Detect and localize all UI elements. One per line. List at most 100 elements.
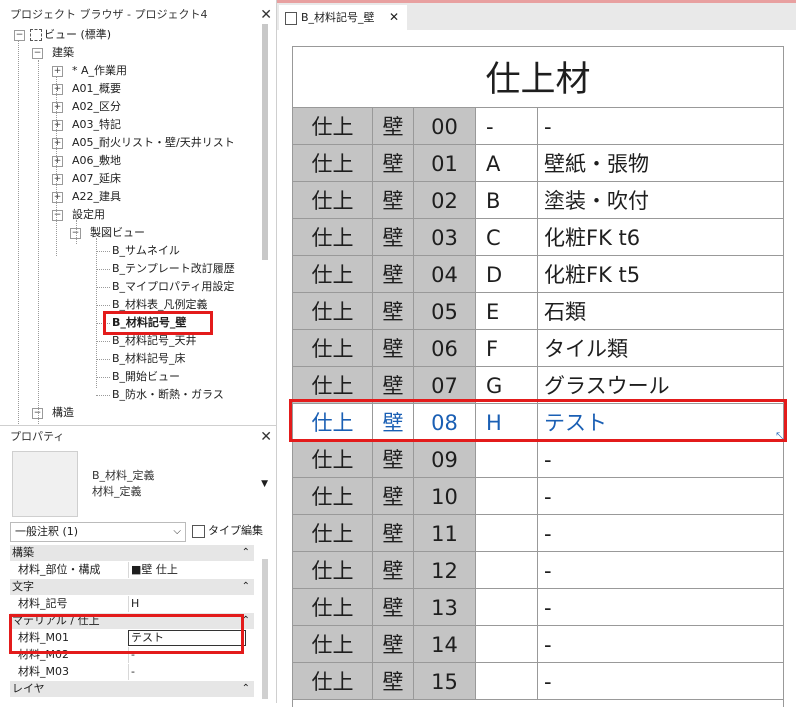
- edit-type-button[interactable]: タイプ編集: [190, 522, 270, 540]
- table-cell[interactable]: 仕上: [293, 515, 373, 551]
- table-row[interactable]: 仕上壁 11 -: [293, 515, 783, 552]
- chevron-down-icon[interactable]: ▼: [261, 479, 268, 489]
- table-row[interactable]: 仕上壁 09 -: [293, 441, 783, 478]
- property-value[interactable]: -: [128, 664, 245, 680]
- table-cell[interactable]: 仕上: [293, 626, 373, 662]
- table-cell[interactable]: 壁: [373, 589, 414, 625]
- table-cell[interactable]: 壁: [373, 404, 414, 440]
- collapse-icon[interactable]: −: [32, 48, 43, 59]
- table-row[interactable]: 仕上壁 14 -: [293, 626, 783, 663]
- table-cell[interactable]: 仕上: [293, 293, 373, 329]
- table-cell[interactable]: 壁: [373, 256, 414, 292]
- table-cell[interactable]: -: [538, 589, 783, 625]
- table-cell[interactable]: 仕上: [293, 552, 373, 588]
- table-cell[interactable]: 14: [414, 626, 476, 662]
- properties-scrollbar[interactable]: [262, 559, 268, 699]
- expand-icon[interactable]: +: [52, 66, 63, 77]
- table-row[interactable]: 仕上壁 04 D 化粧FK t5: [293, 256, 783, 293]
- table-cell[interactable]: 仕上: [293, 145, 373, 181]
- table-cell[interactable]: 仕上: [293, 367, 373, 403]
- close-icon[interactable]: ✕: [260, 426, 272, 448]
- collapse-icon[interactable]: ⌃: [242, 545, 250, 561]
- table-cell[interactable]: G: [476, 367, 538, 403]
- table-cell[interactable]: 09: [414, 441, 476, 477]
- table-cell[interactable]: 04: [414, 256, 476, 292]
- table-cell[interactable]: -: [538, 478, 783, 514]
- collapse-icon[interactable]: −: [52, 210, 63, 221]
- table-cell[interactable]: 壁: [373, 663, 414, 699]
- table-cell[interactable]: 13: [414, 589, 476, 625]
- table-cell[interactable]: -: [538, 441, 783, 477]
- table-cell[interactable]: 08: [414, 404, 476, 440]
- table-cell[interactable]: 02: [414, 182, 476, 218]
- table-cell[interactable]: [476, 478, 538, 514]
- table-row[interactable]: 仕上壁 02 B 塗装・吹付: [293, 182, 783, 219]
- property-value[interactable]: ■壁 仕上: [128, 562, 245, 578]
- table-cell[interactable]: 壁: [373, 478, 414, 514]
- table-row[interactable]: 仕上壁 06 F タイル類: [293, 330, 783, 367]
- table-cell[interactable]: 15: [414, 663, 476, 699]
- table-cell[interactable]: 00: [414, 108, 476, 144]
- expand-icon[interactable]: +: [52, 174, 63, 185]
- table-cell[interactable]: 化粧FK t5: [538, 256, 783, 292]
- table-cell[interactable]: -: [538, 515, 783, 551]
- table-cell[interactable]: 壁: [373, 330, 414, 366]
- property-value[interactable]: H: [128, 596, 245, 612]
- table-cell[interactable]: 03: [414, 219, 476, 255]
- table-cell[interactable]: 仕上: [293, 182, 373, 218]
- property-group-header[interactable]: マテリアル / 仕上 ⌃: [10, 613, 254, 629]
- table-cell[interactable]: 化粧FK t6: [538, 219, 783, 255]
- table-cell[interactable]: 壁: [373, 552, 414, 588]
- expand-icon[interactable]: +: [52, 120, 63, 131]
- table-cell[interactable]: グラスウール: [538, 367, 783, 403]
- table-cell[interactable]: -: [538, 552, 783, 588]
- table-cell[interactable]: 壁: [373, 367, 414, 403]
- table-row[interactable]: 仕上壁 07 G グラスウール: [293, 367, 783, 404]
- table-cell[interactable]: 仕上: [293, 256, 373, 292]
- close-icon[interactable]: ✕: [260, 4, 272, 26]
- table-cell[interactable]: 仕上: [293, 441, 373, 477]
- table-row[interactable]: 仕上壁 08 H テスト: [293, 404, 783, 441]
- expand-icon[interactable]: +: [52, 192, 63, 203]
- property-value[interactable]: -: [128, 647, 245, 663]
- table-cell[interactable]: [476, 589, 538, 625]
- table-cell[interactable]: 仕上: [293, 404, 373, 440]
- table-cell[interactable]: 10: [414, 478, 476, 514]
- table-cell[interactable]: 仕上: [293, 330, 373, 366]
- table-cell[interactable]: 壁: [373, 108, 414, 144]
- table-cell[interactable]: 11: [414, 515, 476, 551]
- table-cell[interactable]: B: [476, 182, 538, 218]
- table-cell[interactable]: 塗装・吹付: [538, 182, 783, 218]
- close-icon[interactable]: ✕: [389, 5, 399, 30]
- table-row[interactable]: 仕上壁 10 -: [293, 478, 783, 515]
- property-group-header[interactable]: レイヤ ⌃: [10, 681, 254, 697]
- table-cell[interactable]: 01: [414, 145, 476, 181]
- table-cell[interactable]: [476, 515, 538, 551]
- table-cell[interactable]: 壁: [373, 626, 414, 662]
- table-cell[interactable]: 壁: [373, 145, 414, 181]
- table-cell[interactable]: 壁: [373, 182, 414, 218]
- table-row[interactable]: 仕上壁 13 -: [293, 589, 783, 626]
- table-cell[interactable]: [476, 663, 538, 699]
- table-row[interactable]: 仕上壁 00- -: [293, 108, 783, 145]
- tree-scrollbar[interactable]: [262, 24, 268, 260]
- property-group-header[interactable]: 文字 ⌃: [10, 579, 254, 595]
- table-cell[interactable]: 壁紙・張物: [538, 145, 783, 181]
- table-cell[interactable]: 仕上: [293, 478, 373, 514]
- table-cell[interactable]: テスト: [538, 404, 783, 440]
- table-cell[interactable]: 05: [414, 293, 476, 329]
- table-cell[interactable]: -: [476, 108, 538, 144]
- table-cell[interactable]: C: [476, 219, 538, 255]
- table-cell[interactable]: タイル類: [538, 330, 783, 366]
- table-cell[interactable]: 石類: [538, 293, 783, 329]
- table-cell[interactable]: 仕上: [293, 663, 373, 699]
- table-cell[interactable]: -: [538, 663, 783, 699]
- expand-icon[interactable]: +: [52, 102, 63, 113]
- tab-b-material-wall[interactable]: B_材料記号_壁 ✕: [279, 5, 407, 30]
- table-cell[interactable]: 仕上: [293, 219, 373, 255]
- table-cell[interactable]: -: [538, 626, 783, 662]
- expand-icon[interactable]: +: [52, 138, 63, 149]
- collapse-icon[interactable]: ⌃: [242, 579, 250, 595]
- table-cell[interactable]: 壁: [373, 441, 414, 477]
- table-cell[interactable]: 壁: [373, 293, 414, 329]
